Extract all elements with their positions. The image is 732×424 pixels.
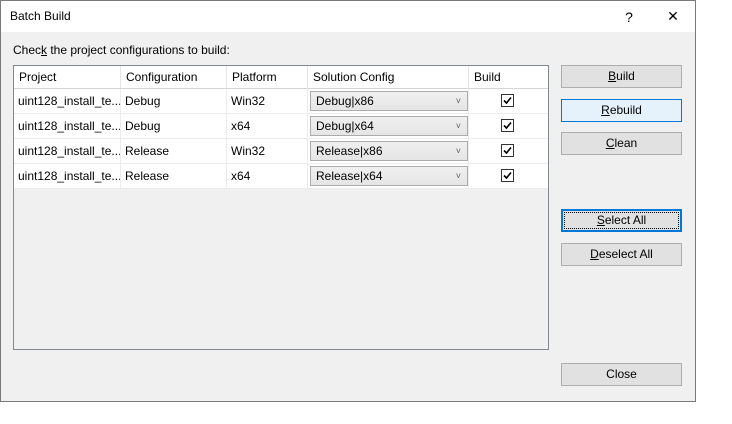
build-checkbox[interactable] [501, 94, 514, 107]
clean-button[interactable]: Clean [561, 132, 682, 155]
window-title: Batch Build [10, 9, 71, 23]
close-icon: ✕ [667, 8, 679, 24]
instruction-text-start: Chec [13, 43, 42, 57]
build-checkbox[interactable] [501, 119, 514, 132]
solution-config-value: Release|x86 [316, 144, 383, 158]
table-row[interactable]: uint128_install_te... Release Win32 Release… [14, 139, 548, 164]
platform-cell: Win32 [227, 89, 308, 113]
chevron-down-icon: ˅ [455, 96, 461, 106]
solution-config-value: Release|x64 [316, 169, 383, 183]
instruction-text-end: the project configurations to build: [47, 43, 230, 57]
configuration-cell: Release [121, 164, 227, 188]
instruction-label: Check the project configurations to buil… [13, 43, 230, 57]
check-icon [503, 121, 512, 130]
column-header-solution-config[interactable]: Solution Config [308, 66, 469, 88]
help-icon: ? [625, 8, 633, 25]
solution-config-value: Debug|x64 [316, 119, 374, 133]
check-icon [503, 96, 512, 105]
build-checkbox[interactable] [501, 169, 514, 182]
solution-config-dropdown[interactable]: Release|x86 ˅ [310, 141, 468, 161]
project-cell: uint128_install_te... [14, 89, 121, 113]
project-cell: uint128_install_te... [14, 164, 121, 188]
check-icon [503, 146, 512, 155]
column-header-platform[interactable]: Platform [227, 66, 308, 88]
chevron-down-icon: ˅ [455, 121, 461, 131]
build-mnemonic: B [608, 69, 617, 83]
solution-config-dropdown[interactable]: Debug|x86 ˅ [310, 91, 468, 111]
column-header-configuration[interactable]: Configuration [121, 66, 227, 88]
rebuild-button[interactable]: Rebuild [561, 99, 682, 122]
close-label: Close [606, 367, 637, 381]
table-row[interactable]: uint128_install_te... Debug x64 Debug|x64 ˅ [14, 114, 548, 139]
build-label: uild [616, 69, 635, 83]
project-cell: uint128_install_te... [14, 114, 121, 138]
close-button[interactable]: Close [561, 363, 682, 386]
chevron-down-icon: ˅ [455, 146, 461, 156]
close-window-button[interactable]: ✕ [651, 1, 695, 32]
platform-cell: x64 [227, 114, 308, 138]
check-icon [503, 171, 512, 180]
platform-cell: x64 [227, 164, 308, 188]
build-button[interactable]: Build [561, 65, 682, 88]
help-button[interactable]: ? [607, 1, 651, 32]
batch-build-dialog: Batch Build ? ✕ Check the project config… [0, 0, 696, 402]
grid-header: Project Configuration Platform Solution … [14, 66, 548, 89]
chevron-down-icon: ˅ [455, 171, 461, 181]
configuration-cell: Release [121, 139, 227, 163]
focus-rectangle [564, 212, 679, 229]
configuration-cell: Debug [121, 89, 227, 113]
table-row[interactable]: uint128_install_te... Release x64 Release|x… [14, 164, 548, 189]
rebuild-label: ebuild [609, 103, 642, 117]
build-checkbox[interactable] [501, 144, 514, 157]
configuration-cell: Debug [121, 114, 227, 138]
deselect-all-mnemonic: D [590, 247, 599, 261]
column-header-build[interactable]: Build [469, 66, 548, 88]
solution-config-dropdown[interactable]: Release|x64 ˅ [310, 166, 468, 186]
deselect-all-label: eselect All [598, 247, 653, 261]
platform-cell: Win32 [227, 139, 308, 163]
title-bar: Batch Build ? ✕ [1, 1, 695, 32]
clean-label: lean [614, 136, 638, 150]
project-cell: uint128_install_te... [14, 139, 121, 163]
solution-config-dropdown[interactable]: Debug|x64 ˅ [310, 116, 468, 136]
rebuild-mnemonic: R [601, 103, 610, 117]
solution-config-value: Debug|x86 [316, 94, 374, 108]
select-all-button[interactable]: Select All [561, 209, 682, 232]
configurations-grid[interactable]: Project Configuration Platform Solution … [13, 65, 549, 350]
deselect-all-button[interactable]: Deselect All [561, 243, 682, 266]
table-row[interactable]: uint128_install_te... Debug Win32 Debug|x86… [14, 89, 548, 114]
column-header-project[interactable]: Project [14, 66, 121, 88]
